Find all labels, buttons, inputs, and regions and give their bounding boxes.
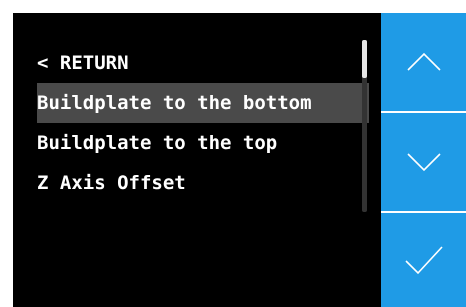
confirm-button[interactable] [381,213,466,307]
navigation-buttons [381,13,466,307]
chevron-down-icon [406,153,441,172]
menu-list: < RETURN Buildplate to the bottom Buildp… [37,43,369,203]
menu-item-buildplate-bottom[interactable]: Buildplate to the bottom [37,83,369,123]
menu-item-return[interactable]: < RETURN [37,43,369,83]
menu-item-buildplate-top[interactable]: Buildplate to the top [37,123,369,163]
scroll-up-button[interactable] [381,13,466,111]
menu-item-z-axis-offset[interactable]: Z Axis Offset [37,163,369,203]
checkmark-icon [404,246,443,275]
scroll-down-button[interactable] [381,113,466,211]
menu-screen: < RETURN Buildplate to the bottom Buildp… [13,13,381,307]
chevron-up-icon [406,52,441,71]
scrollbar-thumb[interactable] [362,40,367,78]
device-frame: < RETURN Buildplate to the bottom Buildp… [0,0,466,307]
